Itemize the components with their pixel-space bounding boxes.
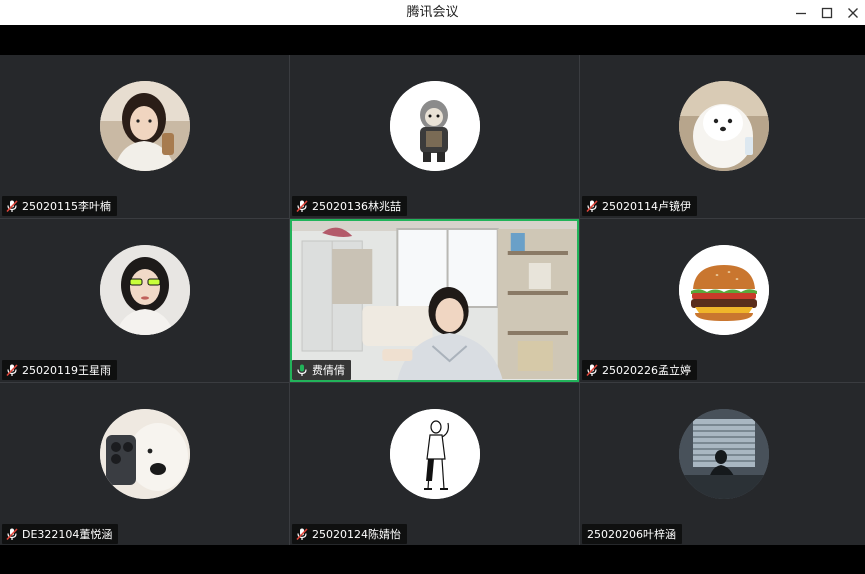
participant-name: 25020115李叶楠 [22,200,111,213]
participant-name: 费倩倩 [312,364,345,377]
mic-muted-icon [295,527,309,541]
avatar [679,409,769,499]
participant-tile[interactable]: 25020119王星雨 [0,219,289,382]
participant-grid: 25020115李叶楠 25020136林兆喆 25020114卢镜伊 2502… [0,55,865,546]
participant-name: 25020124陈婧怡 [312,528,401,541]
name-tag: 费倩倩 [292,360,351,380]
window-titlebar: 腾讯会议 [0,0,865,25]
name-tag: 25020206叶梓涵 [582,524,682,544]
name-tag: DE322104董悦涵 [2,524,119,544]
name-tag: 25020119王星雨 [2,360,117,380]
dog-with-phone-image [99,409,190,499]
close-button[interactable] [838,0,865,25]
name-tag: 25020124陈婧怡 [292,524,407,544]
minimize-icon [796,12,806,14]
participant-tile[interactable]: 25020124陈婧怡 [290,383,579,546]
mic-muted-icon [585,363,599,377]
mic-muted-icon [585,199,599,213]
maximize-icon [821,7,833,18]
woman-sunglasses-image [99,245,190,335]
meeting-bottom-bar [0,545,865,574]
mic-muted-icon [295,199,309,213]
mic-muted-icon [5,199,19,213]
name-tag: 25020115李叶楠 [2,196,117,216]
avatar [679,245,769,335]
close-icon [848,7,858,18]
participant-tile[interactable]: 25020136林兆喆 [290,55,579,218]
avatar [389,409,480,499]
meeting-top-bar [0,25,865,55]
mic-active-icon [295,363,309,377]
silhouette-window-image [679,409,769,499]
participant-name: DE322104董悦涵 [22,528,113,541]
white-dog-image [679,81,769,171]
mic-muted-icon [5,363,19,377]
name-tag: 25020226孟立婷 [582,360,697,380]
participant-tile[interactable]: 25020206叶梓涵 [580,383,865,546]
hamburger-image [679,245,769,335]
participant-name: 25020114卢镜伊 [602,200,691,213]
window-title: 腾讯会议 [406,5,459,20]
office-camera-feed-image [292,221,577,380]
line-drawing-figure-image [389,409,480,499]
avatar [99,245,190,335]
participant-name: 25020136林兆喆 [312,200,401,213]
participant-name: 25020226孟立婷 [602,364,691,377]
avatar [389,81,480,171]
participant-name: 25020206叶梓涵 [587,528,676,541]
woman-portrait-image [99,81,190,171]
mic-muted-icon [5,527,19,541]
participant-tile[interactable]: 25020115李叶楠 [0,55,289,218]
participant-tile-active-speaker[interactable]: 费倩倩 [290,219,579,382]
participant-tile[interactable]: DE322104董悦涵 [0,383,289,546]
avatar [99,409,190,499]
participant-tile[interactable]: 25020226孟立婷 [580,219,865,382]
name-tag: 25020114卢镜伊 [582,196,697,216]
avatar [99,81,190,171]
avatar [679,81,769,171]
cartoon-character-image [389,81,480,171]
participant-tile[interactable]: 25020114卢镜伊 [580,55,865,218]
video-feed [292,221,577,380]
participant-name: 25020119王星雨 [22,364,111,377]
name-tag: 25020136林兆喆 [292,196,407,216]
